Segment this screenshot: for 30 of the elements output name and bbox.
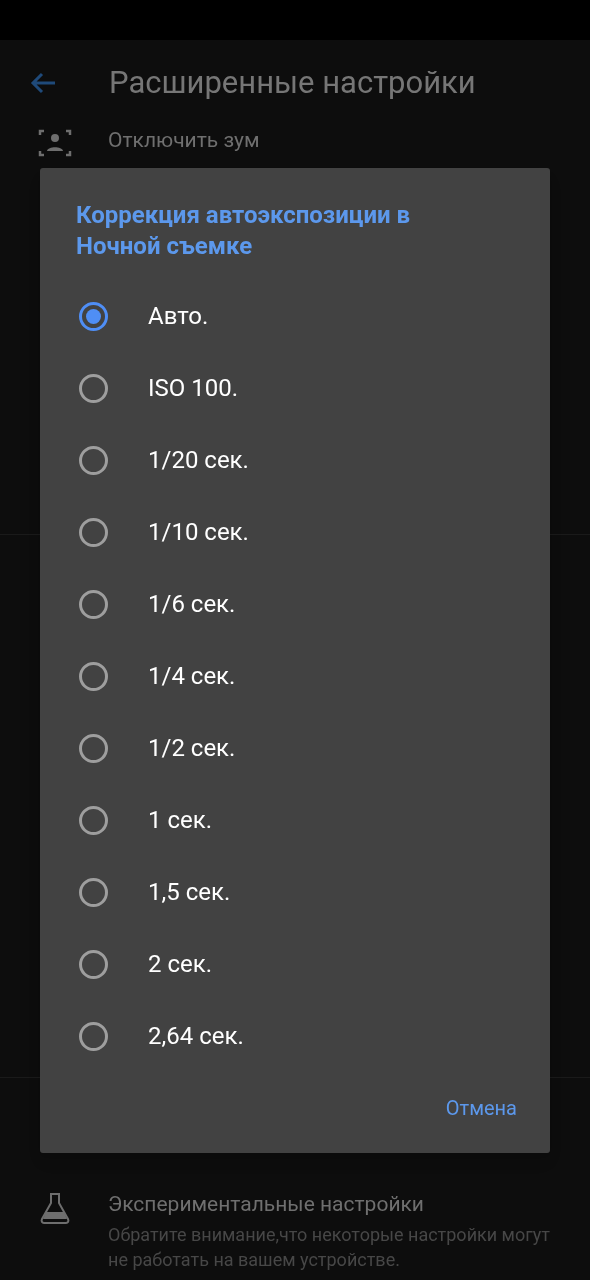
setting-title: Экспериментальные настройки	[108, 1191, 425, 1218]
radio-option[interactable]: 2,64 сек.	[40, 1000, 550, 1072]
radio-option[interactable]: 2 сек.	[40, 928, 550, 1000]
setting-title: Отключить зум	[108, 127, 260, 154]
radio-button[interactable]	[79, 661, 108, 691]
radio-button[interactable]	[79, 373, 108, 403]
radio-option[interactable]: 1/4 сек.	[40, 640, 550, 712]
radio-button[interactable]	[79, 805, 108, 835]
radio-option[interactable]: 1/2 сек.	[40, 712, 550, 784]
radio-option[interactable]: 1/20 сек.	[40, 424, 550, 496]
face-scan-icon	[38, 128, 72, 158]
radio-button[interactable]	[79, 445, 108, 475]
radio-button[interactable]	[79, 1021, 108, 1051]
radio-option[interactable]: 1/6 сек.	[40, 568, 550, 640]
radio-button[interactable]	[79, 949, 108, 979]
dialog-title: Коррекция автоэкспозиции в Ночной съемке	[76, 200, 412, 262]
flask-icon	[40, 1192, 70, 1224]
radio-button[interactable]	[79, 733, 108, 763]
setting-description: Обратите внимание,что некоторые настройки могут не работать на вашем устройстве.	[108, 1223, 551, 1272]
back-arrow-icon[interactable]	[30, 72, 56, 94]
radio-option[interactable]: 1 сек.	[40, 784, 550, 856]
page-title: Расширенные настройки	[109, 62, 476, 103]
radio-button[interactable]	[79, 589, 108, 619]
radio-button[interactable]	[79, 517, 108, 547]
radio-button[interactable]	[79, 301, 108, 331]
radio-option[interactable]: 1/10 сек.	[40, 496, 550, 568]
radio-option[interactable]: ISO 100.	[40, 352, 550, 424]
radio-option[interactable]: Авто.	[40, 280, 550, 352]
radio-button[interactable]	[79, 877, 108, 907]
radio-option[interactable]: 1,5 сек.	[40, 856, 550, 928]
